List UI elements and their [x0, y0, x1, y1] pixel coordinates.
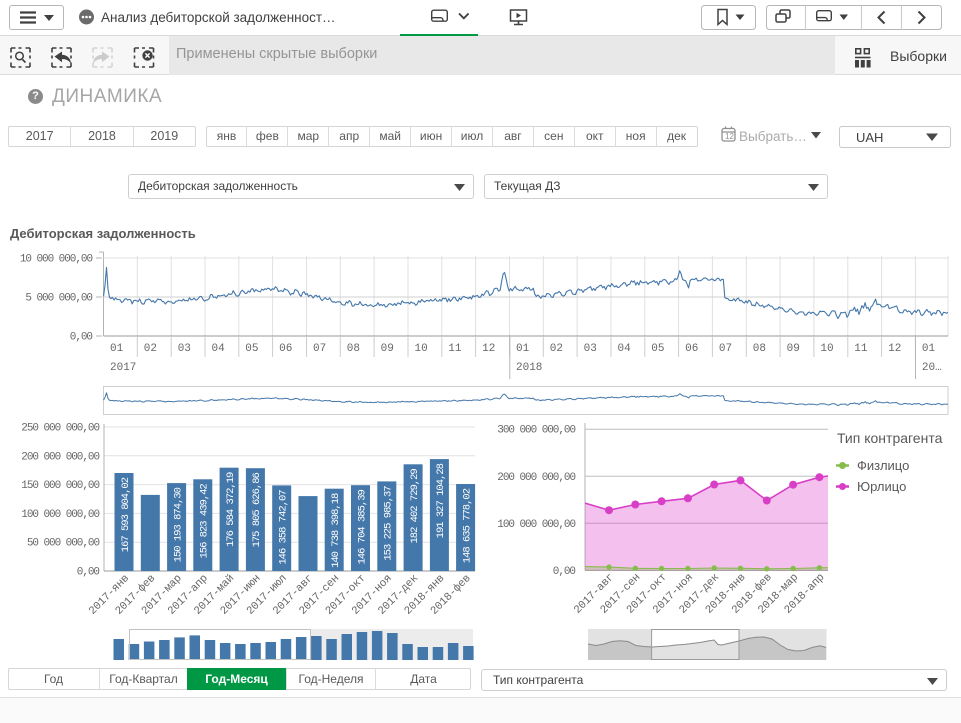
svg-text:100 000 000,00: 100 000 000,00: [497, 519, 575, 531]
svg-text:Физлицо: Физлицо: [857, 458, 909, 473]
svg-text:0,00: 0,00: [553, 566, 576, 578]
svg-text:Тип контрагента: Тип контрагента: [837, 430, 943, 446]
svg-text:200 000 000,00: 200 000 000,00: [497, 472, 575, 484]
svg-text:300 000 000,00: 300 000 000,00: [497, 425, 575, 437]
svg-text:Юрлицо: Юрлицо: [857, 479, 906, 494]
